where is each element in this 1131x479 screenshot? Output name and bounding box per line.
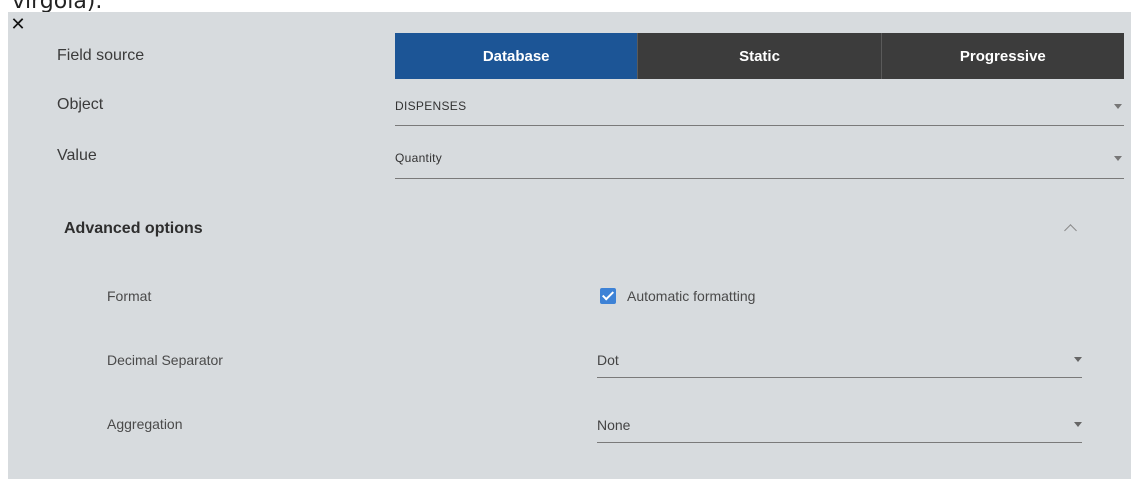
aggregation-select[interactable]: None	[597, 410, 1082, 443]
segment-database[interactable]: Database	[395, 33, 638, 79]
value-select-value: Quantity	[395, 151, 443, 165]
value-select[interactable]: Quantity	[395, 144, 1124, 179]
segment-static[interactable]: Static	[637, 33, 881, 79]
advanced-options-title[interactable]: Advanced options	[64, 220, 203, 238]
automatic-formatting-checkbox[interactable]	[600, 288, 616, 304]
object-select-value: DISPENSES	[395, 99, 467, 113]
decimal-separator-label: Decimal Separator	[107, 352, 223, 368]
dropdown-arrow-icon	[1074, 422, 1082, 427]
dropdown-arrow-icon	[1114, 104, 1122, 109]
dropdown-arrow-icon	[1074, 357, 1082, 362]
field-source-segmented-control: Database Static Progressive	[395, 33, 1124, 79]
decimal-separator-select[interactable]: Dot	[597, 345, 1082, 378]
aggregation-value: None	[597, 417, 631, 433]
format-label: Format	[107, 288, 152, 304]
object-label: Object	[57, 96, 104, 113]
segment-progressive[interactable]: Progressive	[880, 33, 1124, 79]
aggregation-label: Aggregation	[107, 416, 183, 432]
dropdown-arrow-icon	[1114, 156, 1122, 161]
object-select[interactable]: DISPENSES	[395, 92, 1124, 126]
field-source-label: Field source	[57, 47, 145, 64]
automatic-formatting-label[interactable]: Automatic formatting	[627, 288, 755, 304]
close-icon[interactable]: ✕	[10, 15, 26, 33]
field-settings-panel	[8, 12, 1131, 479]
decimal-separator-value: Dot	[597, 352, 619, 368]
value-label: Value	[57, 147, 97, 164]
